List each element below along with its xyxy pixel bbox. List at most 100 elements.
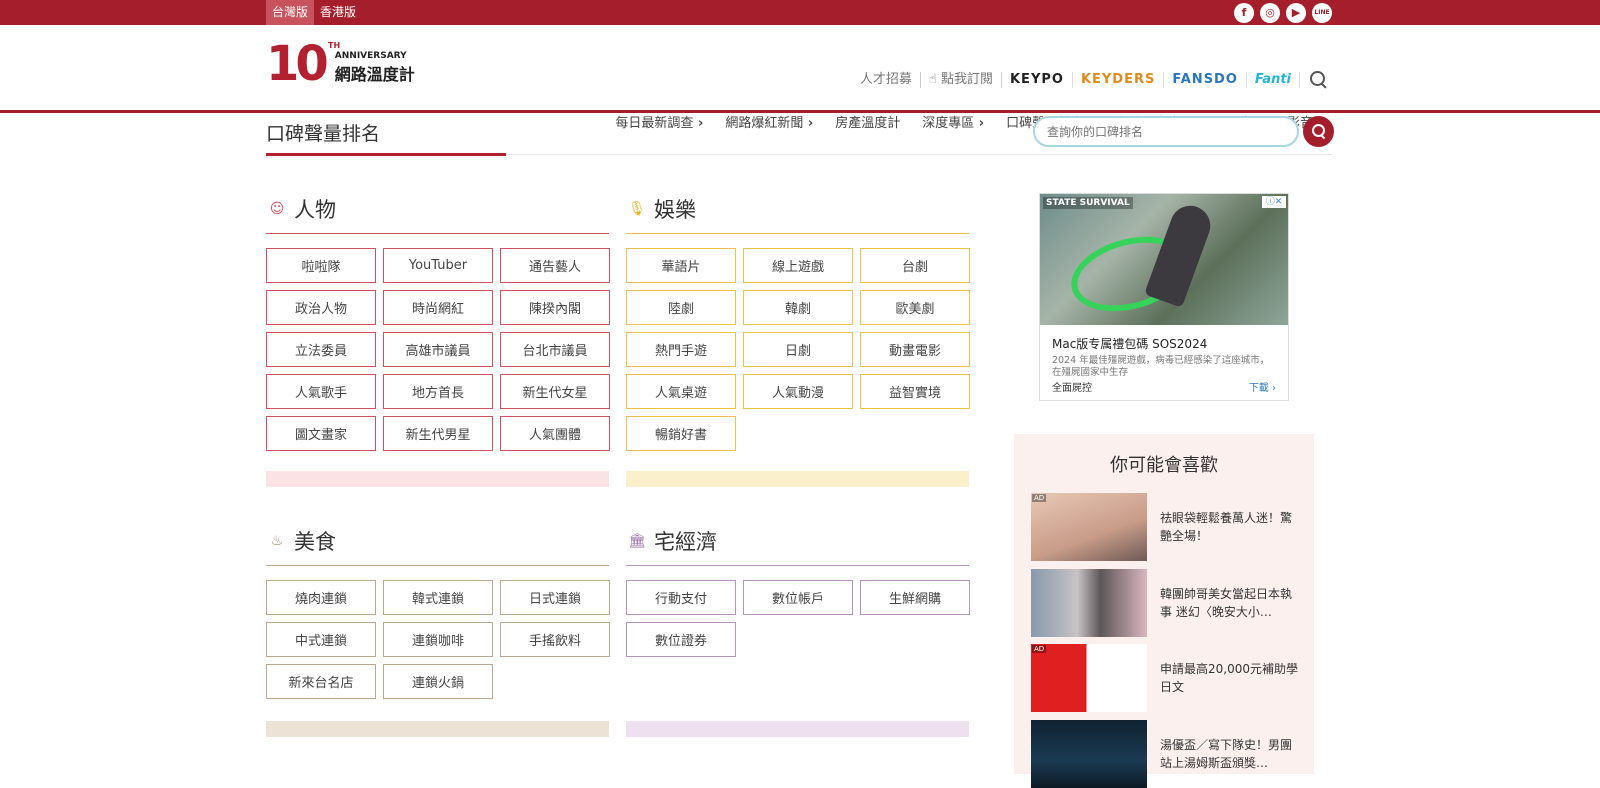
title-divider	[506, 154, 1332, 155]
tag-new-famous-shops[interactable]: 新來台名店	[266, 664, 376, 699]
region-hongkong[interactable]: 香港版	[314, 0, 362, 25]
tag-illustrators[interactable]: 圖文畫家	[266, 416, 376, 451]
site-logo[interactable]: 10 TH ANNIVERSARY 網路溫度計	[266, 36, 415, 92]
bank-icon: 🏛	[628, 533, 646, 549]
category-footer-bar	[626, 471, 969, 487]
region-taiwan[interactable]: 台灣版	[266, 0, 315, 25]
brand-fanti[interactable]: Fanti	[1247, 72, 1300, 88]
tag-bestselling-books[interactable]: 暢銷好書	[626, 416, 736, 451]
logo-anniversary: ANNIVERSARY	[334, 51, 407, 61]
category-divider	[626, 233, 969, 234]
tag-coffee-chains[interactable]: 連鎖咖啡	[383, 622, 493, 657]
tag-bbq-chains[interactable]: 燒肉連鎖	[266, 580, 376, 615]
tag-new-actors[interactable]: 新生代男星	[383, 416, 493, 451]
region-switcher: 台灣版 香港版	[266, 0, 362, 25]
tag-popular-singers[interactable]: 人氣歌手	[266, 374, 376, 409]
category-food: ♨ 美食 燒肉連鎖 韓式連鎖 日式連鎖 中式連鎖 連鎖咖啡 手搖飲料 新來台名店…	[266, 523, 610, 737]
ranking-search-button[interactable]	[1303, 116, 1334, 147]
face-icon: ☺	[269, 201, 285, 217]
category-name: 娛樂	[654, 198, 696, 222]
tag-local-leaders[interactable]: 地方首長	[383, 374, 493, 409]
ad-title[interactable]: Mac版专属禮包碼 SOS2024	[1052, 335, 1288, 352]
pointer-icon: ☝	[928, 72, 937, 87]
tag-online-games[interactable]: 線上遊戲	[743, 248, 853, 283]
site-header: 10 TH ANNIVERSARY 網路溫度計 人才招募 ☝ 點我訂閱 KEYP…	[0, 25, 1600, 131]
recommend-thumbnail[interactable]	[1031, 569, 1147, 637]
recommend-item[interactable]: AD 祛眼袋輕鬆養萬人迷！驚艷全場！	[1031, 493, 1301, 561]
brand-keyders[interactable]: KEYDERS	[1073, 72, 1165, 88]
recommend-heading: 你可能會喜歡	[1110, 455, 1218, 476]
tag-chinese-chains[interactable]: 中式連鎖	[266, 622, 376, 657]
subscribe-link[interactable]: ☝ 點我訂閱	[921, 72, 1002, 88]
tag-taiwan-dramas[interactable]: 台劇	[860, 248, 970, 283]
brand-fansdo[interactable]: FANSDO	[1164, 72, 1247, 88]
facebook-icon[interactable]: f	[1234, 2, 1254, 23]
category-divider	[266, 233, 609, 234]
recommend-thumbnail[interactable]	[1031, 720, 1147, 788]
category-divider	[626, 565, 969, 566]
brand-keypo[interactable]: KEYPO	[1002, 72, 1073, 88]
header-links: 人才招募 ☝ 點我訂閱 KEYPO KEYDERS FANSDO Fanti	[852, 70, 1332, 90]
tag-taipei-councilors[interactable]: 台北市議員	[500, 332, 610, 367]
jobs-link[interactable]: 人才招募	[852, 72, 921, 88]
tag-digital-securities[interactable]: 數位證券	[626, 622, 736, 657]
tag-japanese-dramas[interactable]: 日劇	[743, 332, 853, 367]
tag-legislators[interactable]: 立法委員	[266, 332, 376, 367]
tag-western-dramas[interactable]: 歐美劇	[860, 290, 970, 325]
tag-cheerleaders[interactable]: 啦啦隊	[266, 248, 376, 283]
tag-youtuber[interactable]: YouTuber	[383, 248, 493, 283]
recommend-thumbnail[interactable]: AD	[1031, 493, 1147, 561]
tag-kaohsiung-councilors[interactable]: 高雄市議員	[383, 332, 493, 367]
ad-close-icon[interactable]: ⓘ✕	[1262, 196, 1286, 208]
line-icon[interactable]: LINE	[1312, 2, 1332, 23]
tag-korean-dramas[interactable]: 韓劇	[743, 290, 853, 325]
category-entertainment: 🎙 娛樂 華語片 線上遊戲 台劇 陸劇 韓劇 歐美劇 熱門手遊 日劇 動畫電影 …	[626, 191, 970, 487]
subscribe-label: 點我訂閱	[940, 72, 993, 87]
tag-japanese-chains[interactable]: 日式連鎖	[500, 580, 610, 615]
recommend-caption[interactable]: 祛眼袋輕鬆養萬人迷！驚艷全場！	[1160, 509, 1300, 561]
recommend-item[interactable]: 湯優盃／寫下隊史！男團站上湯姆斯盃頒獎…	[1031, 720, 1301, 788]
ranking-search-input[interactable]	[1033, 116, 1299, 147]
tag-fashion-influencers[interactable]: 時尚網紅	[383, 290, 493, 325]
instagram-icon[interactable]: ◎	[1260, 2, 1280, 23]
category-name: 人物	[294, 198, 336, 222]
tag-new-actresses[interactable]: 新生代女星	[500, 374, 610, 409]
tag-mobile-payment[interactable]: 行動支付	[626, 580, 736, 615]
tag-cabinet[interactable]: 陳揆內閣	[500, 290, 610, 325]
category-people: ☺ 人物 啦啦隊 YouTuber 通告藝人 政治人物 時尚網紅 陳揆內閣 立法…	[266, 191, 610, 487]
food-icon: ♨	[270, 533, 284, 549]
tag-popular-groups[interactable]: 人氣團體	[500, 416, 610, 451]
ad-download-button[interactable]: 下載 ›	[1249, 379, 1276, 394]
tag-handmade-drinks[interactable]: 手搖飲料	[500, 622, 610, 657]
tag-variety-artists[interactable]: 通告藝人	[500, 248, 610, 283]
category-footer-bar	[626, 721, 969, 737]
recommend-item[interactable]: AD 申請最高20,000元補助學日文	[1031, 644, 1301, 712]
tag-board-games[interactable]: 人氣桌遊	[626, 374, 736, 409]
sidebar-ad[interactable]: STATE SURVIVAL ⓘ✕ Mac版专属禮包碼 SOS2024 2024…	[1039, 193, 1289, 401]
recommend-thumbnail[interactable]: AD	[1031, 644, 1147, 712]
category-footer-bar	[266, 471, 609, 487]
recommend-item[interactable]: 韓團帥哥美女當起日本執事 迷幻〈晚安大小…	[1031, 569, 1301, 637]
recommend-caption[interactable]: 湯優盃／寫下隊史！男團站上湯姆斯盃頒獎…	[1160, 736, 1300, 788]
search-icon[interactable]	[1306, 70, 1332, 90]
tag-chinese-films[interactable]: 華語片	[626, 248, 736, 283]
tag-reality-shows[interactable]: 益智實境	[860, 374, 970, 409]
recommend-caption[interactable]: 韓團帥哥美女當起日本執事 迷幻〈晚安大小…	[1160, 585, 1300, 637]
tag-animated-films[interactable]: 動畫電影	[860, 332, 970, 367]
tag-mobile-games[interactable]: 熱門手遊	[626, 332, 736, 367]
tag-anime[interactable]: 人氣動漫	[743, 374, 853, 409]
tag-fresh-grocery[interactable]: 生鮮網購	[860, 580, 970, 615]
page-title-row: 口碑聲量排名	[0, 113, 1600, 158]
recommend-caption[interactable]: 申請最高20,000元補助學日文	[1160, 660, 1300, 712]
ad-image[interactable]: STATE SURVIVAL ⓘ✕	[1040, 194, 1288, 325]
category-name: 宅經濟	[654, 530, 717, 554]
tag-korean-chains[interactable]: 韓式連鎖	[383, 580, 493, 615]
logo-number: 10	[266, 36, 329, 92]
tag-digital-account[interactable]: 數位帳戶	[743, 580, 853, 615]
tag-politicians[interactable]: 政治人物	[266, 290, 376, 325]
tag-hotpot-chains[interactable]: 連鎖火鍋	[383, 664, 493, 699]
title-underline	[266, 153, 506, 156]
category-home-economy: 🏛 宅經濟 行動支付 數位帳戶 生鮮網購 數位證券	[626, 523, 970, 737]
tag-china-dramas[interactable]: 陸劇	[626, 290, 736, 325]
youtube-icon[interactable]: ▶	[1286, 2, 1306, 23]
